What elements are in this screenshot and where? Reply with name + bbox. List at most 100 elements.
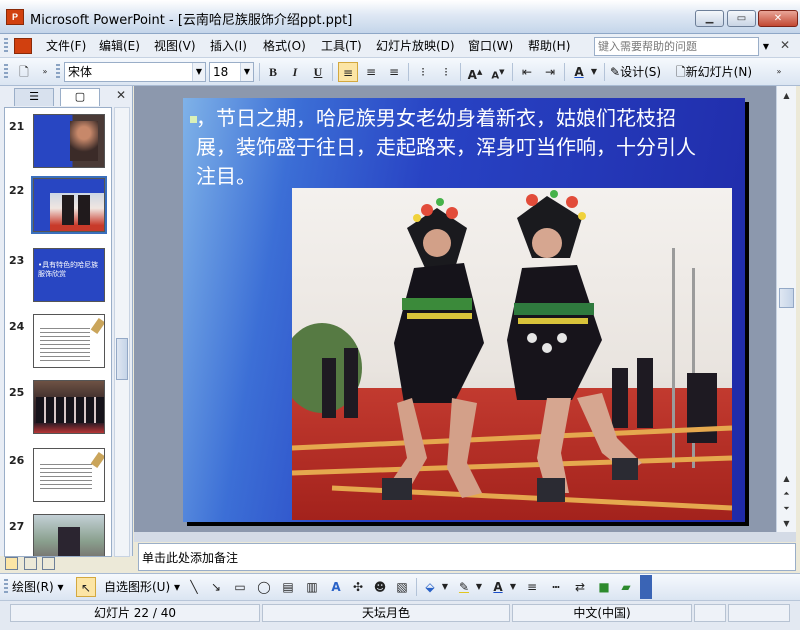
- thumbnail-slide-24[interactable]: 24: [5, 314, 111, 376]
- panel-close-icon[interactable]: ✕: [116, 88, 126, 102]
- chevron-down-icon[interactable]: ▼: [240, 63, 253, 81]
- numbered-list-icon[interactable]: ⁝: [413, 62, 433, 82]
- slide-thumbnail-image: •具有特色的哈尼族服饰欣赏: [33, 248, 105, 302]
- new-document-icon[interactable]: 🗋: [14, 62, 34, 82]
- wordart-icon[interactable]: A: [326, 577, 346, 597]
- line-icon[interactable]: ╲: [184, 577, 204, 597]
- slide-photo[interactable]: [292, 188, 732, 520]
- arrow-icon[interactable]: ↘: [206, 577, 226, 597]
- font-size-select[interactable]: 18 ▼: [209, 62, 254, 82]
- oval-icon[interactable]: ◯: [254, 577, 274, 597]
- font-name-select[interactable]: 宋体 ▼: [64, 62, 206, 82]
- thumbnail-slide-22[interactable]: 22: [5, 176, 111, 240]
- chevron-down-icon[interactable]: ▼: [440, 577, 450, 597]
- menu-slideshow[interactable]: 幻灯片放映(D): [374, 37, 457, 55]
- document-close-icon[interactable]: ✕: [780, 38, 790, 52]
- previous-slide-icon[interactable]: ⏶: [779, 486, 794, 501]
- menu-insert[interactable]: 插入(I): [208, 37, 249, 55]
- maximize-button[interactable]: ▭: [727, 10, 756, 27]
- textbox-icon[interactable]: ▤: [278, 577, 298, 597]
- rectangle-icon[interactable]: ▭: [230, 577, 250, 597]
- 3d-style-icon[interactable]: ▰: [616, 577, 636, 597]
- tab-outline[interactable]: ☰: [14, 88, 54, 106]
- chevron-down-icon[interactable]: ▼: [474, 577, 484, 597]
- slideshow-icon[interactable]: [42, 557, 55, 570]
- normal-view-icon[interactable]: [5, 557, 18, 570]
- menu-help[interactable]: 帮助(H): [526, 37, 572, 55]
- thumbnail-slide-26[interactable]: 26: [5, 448, 111, 510]
- bullet-list-icon[interactable]: ⁝: [436, 62, 456, 82]
- current-slide[interactable]: ，节日之期，哈尼族男女老幼身着新衣，姑娘们花枝招展，装饰盛于往日，走起路来，浑身…: [183, 98, 745, 522]
- menu-file[interactable]: 文件(F): [44, 37, 88, 55]
- arrow-style-icon[interactable]: ⇄: [570, 577, 590, 597]
- scroll-down-icon[interactable]: ▼: [779, 516, 794, 531]
- thumbnail-slide-25[interactable]: 25: [5, 380, 111, 442]
- insert-picture-icon[interactable]: ▧: [392, 577, 412, 597]
- menu-edit[interactable]: 编辑(E): [97, 37, 142, 55]
- toolbar-options-icon[interactable]: »: [38, 62, 52, 82]
- scrollbar-thumb[interactable]: [116, 338, 128, 380]
- decrease-indent-icon[interactable]: ⇤: [517, 62, 537, 82]
- slide-scrollbar[interactable]: ▲ ▲ ⏶ ⏷ ▼: [776, 86, 796, 532]
- slide-text-box[interactable]: ，节日之期，哈尼族男女老幼身着新衣，姑娘们花枝招展，装饰盛于往日，走起路来，浑身…: [190, 104, 696, 191]
- line-color-icon[interactable]: ✎: [454, 577, 474, 597]
- scrollbar-thumb[interactable]: [779, 288, 794, 308]
- design-button[interactable]: ✎设计(S): [610, 62, 661, 82]
- thumbnail-slide-23[interactable]: 23 •具有特色的哈尼族服饰欣赏: [5, 248, 111, 310]
- close-button[interactable]: ✕: [758, 10, 798, 27]
- increase-font-icon[interactable]: A▲: [465, 62, 485, 82]
- help-dropdown-icon[interactable]: ▼: [760, 38, 772, 55]
- font-color-icon[interactable]: A: [569, 62, 589, 82]
- help-search-input[interactable]: 键入需要帮助的问题: [594, 37, 759, 56]
- autoshapes-button[interactable]: 自选图形(U) ▾: [104, 577, 180, 597]
- toolbar-options-icon[interactable]: »: [772, 62, 786, 82]
- new-slide-button[interactable]: 🗋新幻灯片(N): [676, 62, 752, 82]
- slide-sorter-icon[interactable]: [23, 557, 37, 570]
- toolbar-grip[interactable]: [4, 64, 8, 80]
- bold-button[interactable]: B: [263, 62, 283, 82]
- diagram-icon[interactable]: ✣: [348, 577, 368, 597]
- next-slide-icon[interactable]: ⏷: [779, 501, 794, 516]
- slide-number: 24: [9, 320, 25, 333]
- notes-pane[interactable]: 单击此处添加备注: [138, 543, 796, 571]
- italic-button[interactable]: I: [285, 62, 305, 82]
- minimize-button[interactable]: ▁: [695, 10, 724, 27]
- shadow-style-icon[interactable]: ■: [594, 577, 614, 597]
- increase-indent-icon[interactable]: ⇥: [540, 62, 560, 82]
- clipart-icon[interactable]: ☻: [370, 577, 390, 597]
- chevron-down-icon[interactable]: ▼: [192, 63, 205, 81]
- chevron-down-icon[interactable]: ▼: [589, 62, 599, 82]
- decrease-font-icon[interactable]: A▼: [488, 62, 508, 82]
- document-icon[interactable]: [14, 38, 32, 54]
- draw-menu-button[interactable]: 绘图(R) ▾: [12, 577, 64, 597]
- toolbar-grip-2[interactable]: [56, 64, 60, 80]
- title-bar: P Microsoft PowerPoint - [云南哈尼族服饰介绍ppt.p…: [0, 0, 800, 34]
- menu-tools[interactable]: 工具(T): [319, 37, 364, 55]
- menu-view[interactable]: 视图(V): [152, 37, 198, 55]
- thumbnail-slide-21[interactable]: 21: [5, 114, 111, 176]
- thumbnail-slide-27[interactable]: 27: [5, 514, 111, 556]
- fill-color-icon[interactable]: ⬙: [420, 577, 440, 597]
- line-style-icon[interactable]: ≡: [522, 577, 542, 597]
- chevron-down-icon[interactable]: ▼: [508, 577, 518, 597]
- dash-style-icon[interactable]: ┅: [546, 577, 566, 597]
- horizontal-scrollbar[interactable]: [134, 532, 796, 542]
- toolbar-options-icon[interactable]: [640, 575, 652, 599]
- toolbar-grip[interactable]: [4, 579, 8, 595]
- menu-window[interactable]: 窗口(W): [466, 37, 515, 55]
- scroll-up-icon[interactable]: ▲: [779, 471, 794, 486]
- vertical-textbox-icon[interactable]: ▥: [302, 577, 322, 597]
- align-left-icon[interactable]: ≡: [338, 62, 358, 82]
- scroll-up-icon[interactable]: ▲: [779, 88, 794, 103]
- status-empty: [694, 604, 726, 622]
- tab-slides[interactable]: ▢: [60, 88, 100, 106]
- align-right-icon[interactable]: ≡: [384, 62, 404, 82]
- slide-thumbnail-image: [33, 380, 105, 434]
- thumbnail-scrollbar[interactable]: [114, 107, 130, 557]
- font-color-icon[interactable]: A: [488, 577, 508, 597]
- align-center-icon[interactable]: ≡: [361, 62, 381, 82]
- select-pointer-icon[interactable]: ↖: [76, 577, 96, 597]
- underline-button[interactable]: U: [308, 62, 328, 82]
- menu-grip[interactable]: [4, 38, 8, 54]
- menu-format[interactable]: 格式(O): [261, 37, 308, 55]
